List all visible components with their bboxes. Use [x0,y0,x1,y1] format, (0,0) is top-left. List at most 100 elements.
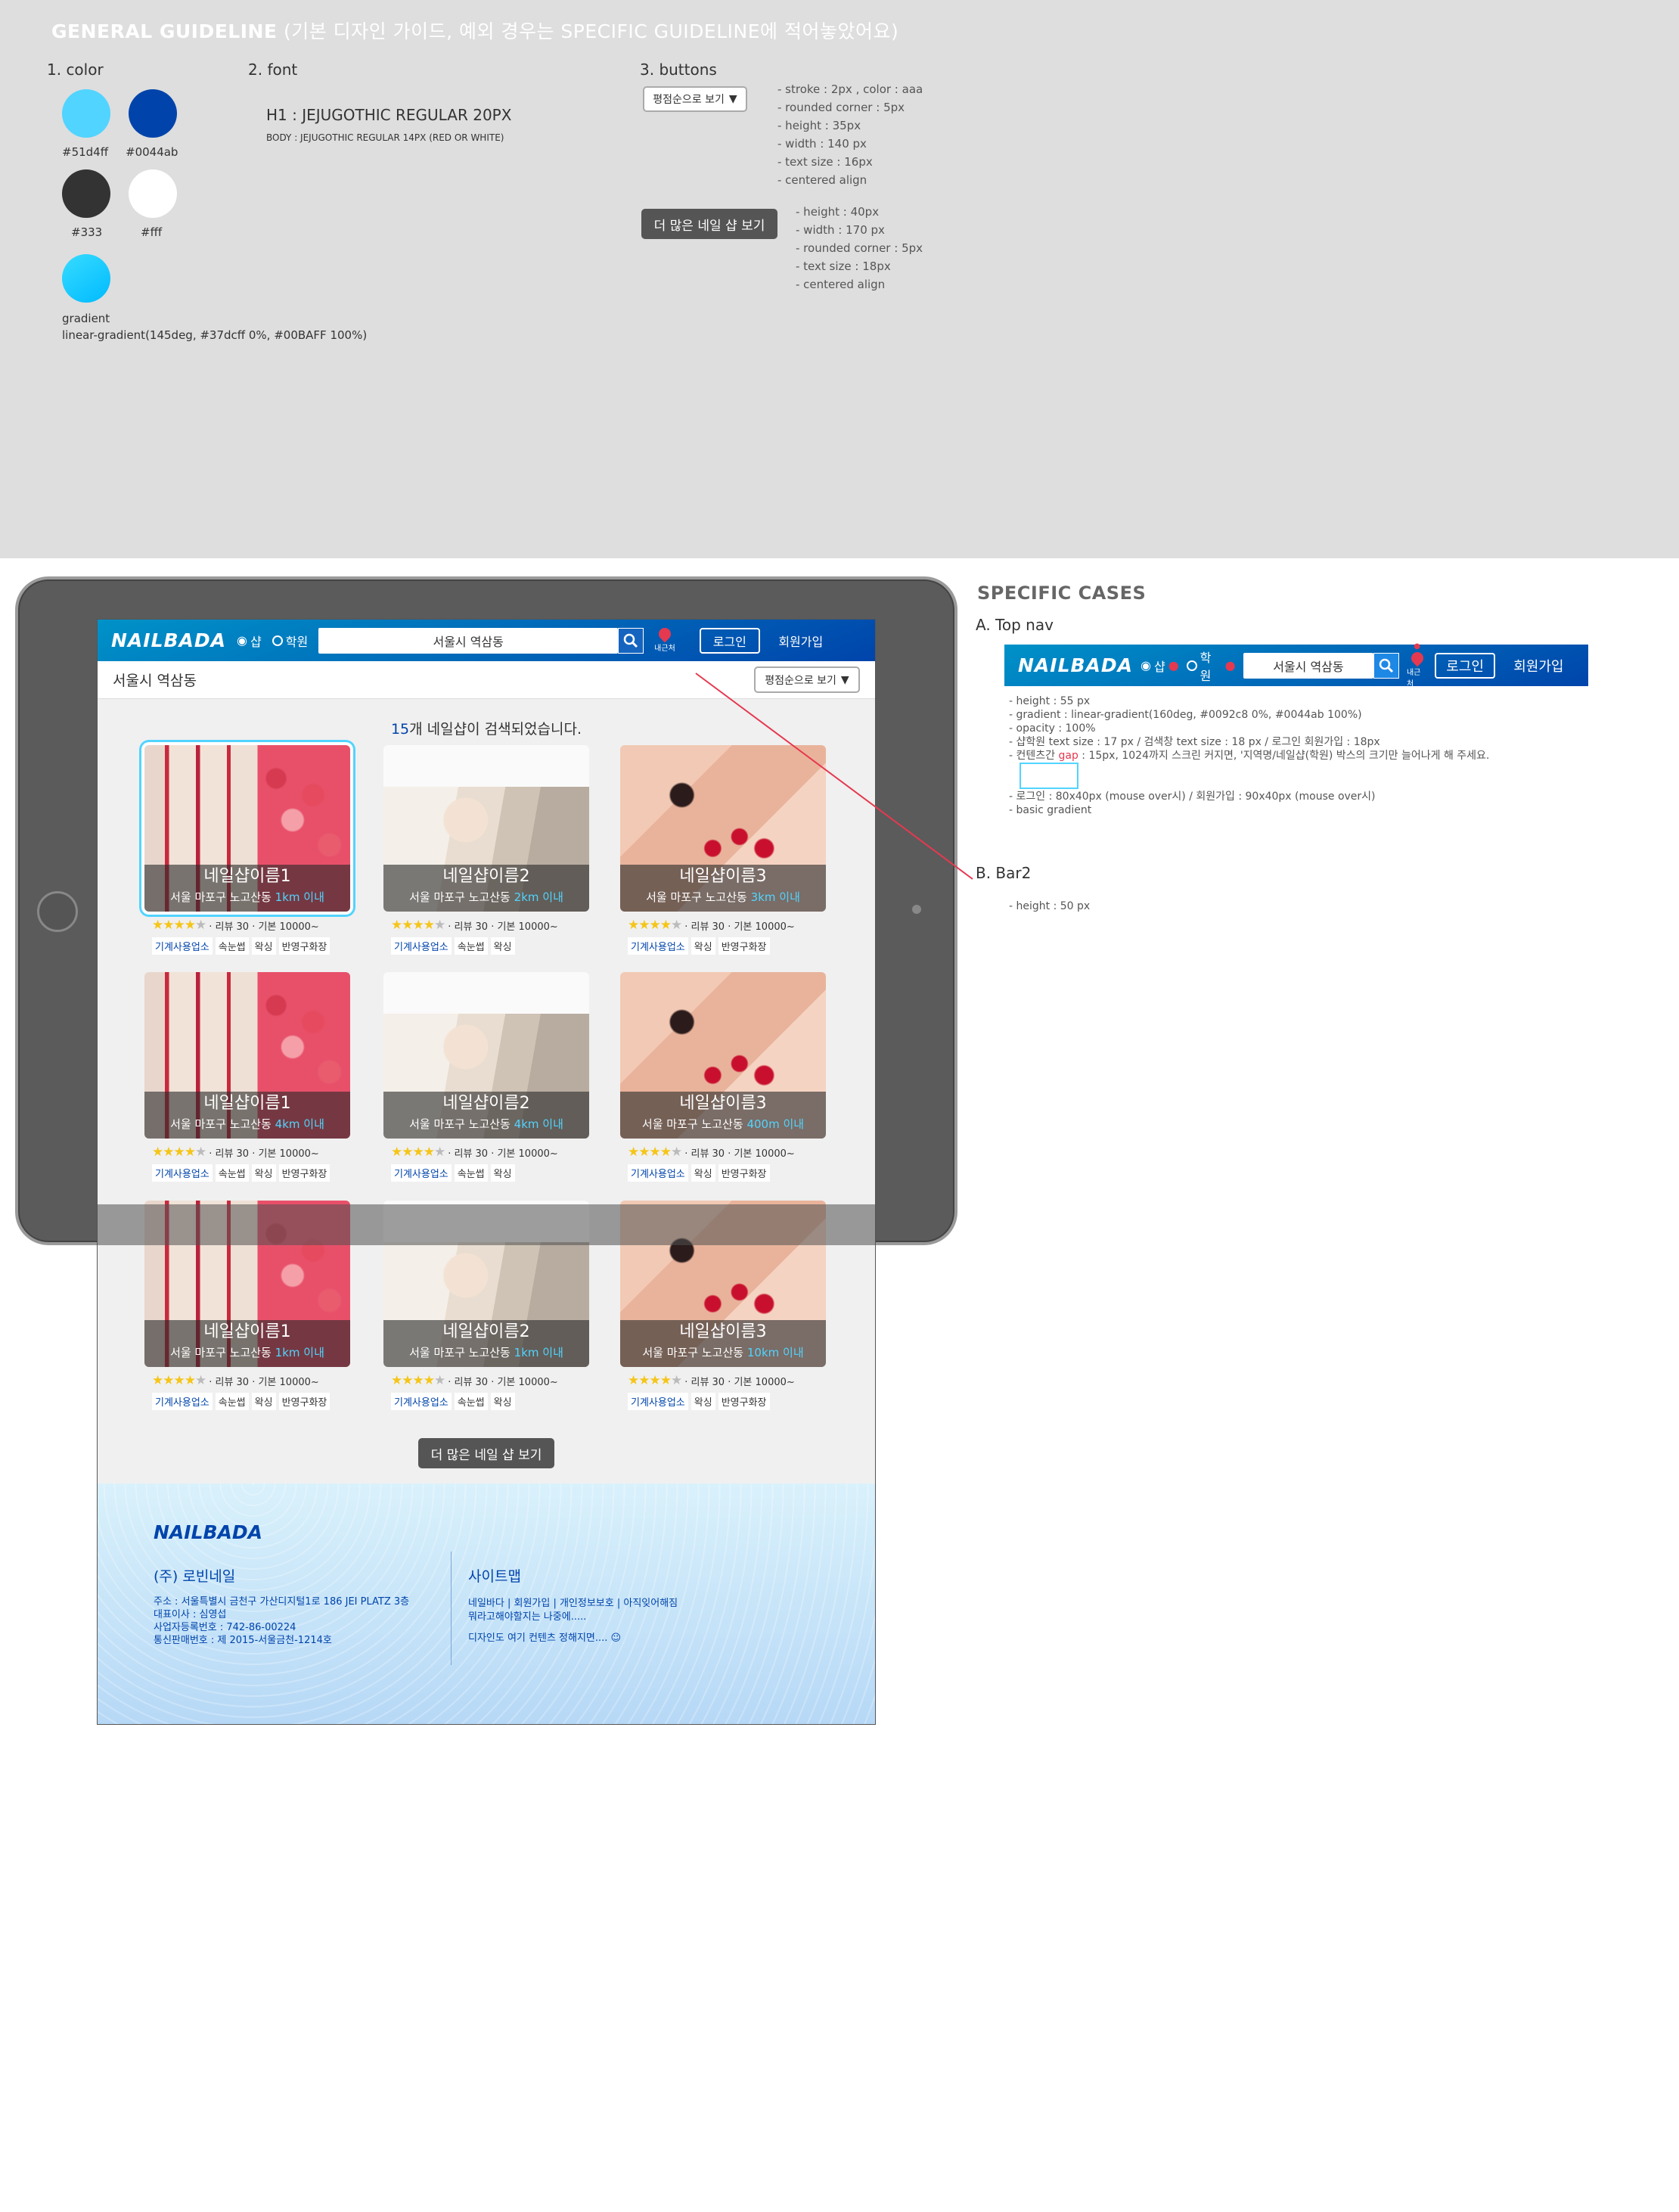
more-shops-button-sample[interactable]: 더 많은 네일 샵 보기 [641,209,777,239]
shop-tag[interactable]: 왁싱 [691,1164,715,1182]
shop-meta: ★★★★★ · 리뷰 30 · 기본 10000~ [391,918,558,933]
shop-card[interactable]: 네일샵이름3 서울 마포구 노고산동 400m 이내 ★★★★★ · 리뷰 30 · … [620,972,826,1182]
bar2-notes: - height : 50 px [1009,900,1091,912]
swatch-label: #333 [71,225,103,239]
swatch-333 [62,169,110,218]
shop-tag[interactable]: 왁싱 [490,1164,515,1182]
swatch-gradient [62,254,110,303]
shop-meta: ★★★★★ · 리뷰 30 · 기본 10000~ [391,1373,558,1388]
search-input[interactable]: 서울시 역삼동 [318,627,619,654]
dropdown-arrow-icon: ▼ [840,673,849,686]
sitemap-links[interactable]: 네일바다 | 회원가입 | 개인정보보호 | 아직잊어해짐 뭐라고해야할지는 나중… [468,1597,678,1645]
shop-tags: 기계사용업소 속눈썹 왁싱 [391,1393,589,1410]
shop-tag[interactable]: 속눈썹 [454,1393,488,1410]
rating-stars-icon: ★★★★★ [628,918,682,933]
shop-name: 네일샵이름1 [203,1322,291,1341]
shop-tag[interactable]: 반영구화장 [278,937,331,955]
shop-tag[interactable]: 반영구화장 [278,1164,331,1182]
shop-caption: 네일샵이름1 서울 마포구 노고산동 1km 이내 [144,1320,350,1367]
shop-tags: 기계사용업소 속눈썹 왁싱 반영구화장 [152,1164,350,1182]
shop-meta: ★★★★★ · 리뷰 30 · 기본 10000~ [152,1373,319,1388]
shop-tags: 기계사용업소 왁싱 반영구화장 [628,1393,826,1410]
rating-stars-icon: ★★★★★ [391,918,445,933]
shop-photo[interactable]: 네일샵이름3 서울 마포구 노고산동 400m 이내 [620,972,826,1139]
shop-tag[interactable]: 속눈썹 [215,1393,249,1410]
result-count: 15개 네일샵이 검색되었습니다. [390,721,582,738]
radio-checked-icon: ◉ [237,633,247,648]
shop-tag[interactable]: 왁싱 [251,1393,276,1410]
rating-stars-icon: ★★★★★ [628,1145,682,1160]
shop-card[interactable]: 네일샵이름2 서울 마포구 노고산동 2km 이내 ★★★★★ · 리뷰 30 · 기… [383,745,589,955]
shop-tags: 기계사용업소 속눈썹 왁싱 [391,937,589,955]
top-nav-sample: NAILBADA ◉ 샵 ● 학원 ● 서울시 역삼동 ● 내근처 로그인 회원가입 [1004,642,1588,688]
rating-stars-icon: ★★★★★ [152,1373,206,1388]
login-button[interactable]: 로그인 [699,627,760,654]
shop-tag[interactable]: 기계사용업소 [628,1164,688,1182]
shop-tag[interactable]: 반영구화장 [278,1393,331,1410]
radio-checked-icon: ◉ [1141,658,1151,673]
shop-tag[interactable]: 기계사용업소 [628,937,688,955]
general-guideline-panel: GENERAL GUIDELINE (기본 디자인 가이드, 예외 경우는 SP… [0,0,1679,558]
rating-stars-icon: ★★★★★ [628,1373,682,1388]
shop-tag[interactable]: 기계사용업소 [391,1164,452,1182]
search-button [1373,652,1399,679]
tablet-bottom-bezel-overlay [97,1204,876,1245]
shop-photo[interactable]: 네일샵이름1 서울 마포구 노고산동 1km 이내 [144,745,350,912]
bar2: 서울시 역삼동 평점순으로 보기 ▼ [98,661,875,699]
home-button[interactable] [37,891,78,932]
shop-card[interactable]: 네일샵이름3 서울 마포구 노고산동 3km 이내 ★★★★★ · 리뷰 30 · 기… [620,745,826,955]
company-name: (주) 로빈네일 [154,1568,236,1585]
shop-tag[interactable]: 속눈썹 [215,1164,249,1182]
shop-photo[interactable]: 네일샵이름3 서울 마포구 노고산동 3km 이내 [620,745,826,912]
shop-tag[interactable]: 왁싱 [691,937,715,955]
shop-tag[interactable]: 반영구화장 [718,1164,770,1182]
shop-tag[interactable]: 속눈썹 [454,937,488,955]
radio-academy[interactable]: 학원 [272,632,308,650]
shop-tag[interactable]: 기계사용업소 [152,1393,213,1410]
login-button: 로그인 [1435,652,1495,679]
shop-tag[interactable]: 왁싱 [251,937,276,955]
shop-photo[interactable]: 네일샵이름2 서울 마포구 노고산동 2km 이내 [383,745,589,912]
shop-photo[interactable]: 네일샵이름2 서울 마포구 노고산동 4km 이내 [383,972,589,1139]
shop-tag[interactable]: 반영구화장 [718,1393,770,1410]
shop-meta: ★★★★★ · 리뷰 30 · 기본 10000~ [628,1373,795,1388]
swatch-51d4ff [62,89,110,138]
shop-card[interactable]: 네일샵이름2 서울 마포구 노고산동 4km 이내 ★★★★★ · 리뷰 30 · 기… [383,972,589,1182]
shop-tag[interactable]: 왁싱 [490,937,515,955]
footer-logo: NAILBADA [154,1521,263,1543]
radio-shop[interactable]: ◉ 샵 [237,632,262,650]
sort-dropdown-sample[interactable]: 평점순으로 보기 ▼ [643,86,747,112]
shop-tag[interactable]: 기계사용업소 [628,1393,688,1410]
sort-button-notes: - stroke : 2px , color : aaa - rounded co… [777,82,923,187]
gap-marker-icon: ● [1414,642,1421,651]
sort-dropdown[interactable]: 평점순으로 보기 ▼ [754,666,860,693]
shop-name: 네일샵이름3 [679,1094,767,1113]
shop-tag[interactable]: 기계사용업소 [391,937,452,955]
shop-tag[interactable]: 기계사용업소 [391,1393,452,1410]
shop-address: 서울 마포구 노고산동 4km 이내 [170,1117,324,1131]
shop-caption: 네일샵이름3 서울 마포구 노고산동 400m 이내 [620,1092,826,1139]
shop-tag[interactable]: 왁싱 [490,1393,515,1410]
shop-photo[interactable]: 네일샵이름1 서울 마포구 노고산동 4km 이내 [144,972,350,1139]
location-title: 서울시 역삼동 [113,673,197,689]
shop-card[interactable]: 네일샵이름1 서울 마포구 노고산동 1km 이내 ★★★★★ · 리뷰 30 · 기… [144,745,350,955]
gradient-value: linear-gradient(145deg, #37dcff 0%, #00B… [62,328,368,342]
shop-tag[interactable]: 기계사용업소 [152,1164,213,1182]
signup-button[interactable]: 회원가입 [771,632,831,650]
shop-tag[interactable]: 속눈썹 [215,937,249,955]
nearby-button[interactable]: 내근처 [654,625,675,653]
nailbada-logo[interactable]: NAILBADA [111,629,226,651]
shop-tag[interactable]: 왁싱 [691,1393,715,1410]
shop-tag[interactable]: 반영구화장 [718,937,770,955]
more-shops-button[interactable]: 더 많은 네일 샵 보기 [418,1438,554,1468]
shop-tag[interactable]: 속눈썹 [454,1164,488,1182]
shop-tag[interactable]: 왁싱 [251,1164,276,1182]
shop-card[interactable]: 네일샵이름1 서울 마포구 노고산동 4km 이내 ★★★★★ · 리뷰 30 · 기… [144,972,350,1182]
guideline-title: GENERAL GUIDELINE (기본 디자인 가이드, 예외 경우는 SP… [51,20,899,42]
shop-address: 서울 마포구 노고산동 2km 이내 [409,890,563,904]
bar2-label: B. Bar2 [976,864,1032,882]
radio-shop: ◉ 샵 ● [1141,658,1179,674]
location-pin-icon [656,625,674,643]
shop-tag[interactable]: 기계사용업소 [152,937,213,955]
search-button[interactable] [618,627,644,654]
